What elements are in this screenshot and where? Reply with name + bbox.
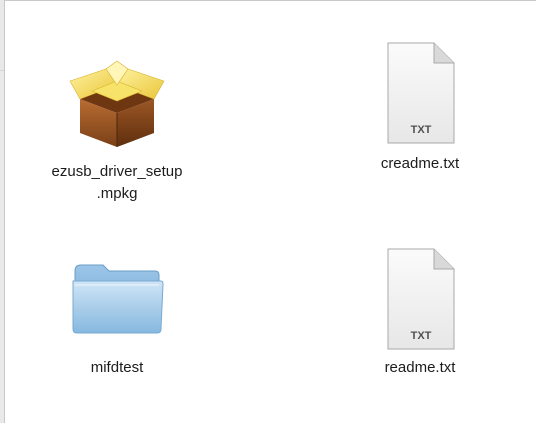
txt-document-icon: TXT: [380, 247, 460, 358]
file-item-label: creadme.txt: [380, 155, 460, 172]
txt-document-icon: TXT: [380, 41, 460, 152]
file-item-label: readme.txt: [384, 359, 456, 376]
file-icon-view: ezusb_driver_setup .mpkg TXT creadme.txt…: [5, 1, 536, 423]
folder-icon: [69, 257, 165, 342]
file-item-mifdtest[interactable]: mifdtest: [17, 247, 217, 407]
txt-badge: TXT: [411, 330, 432, 342]
file-item-ezusb-driver-setup[interactable]: ezusb_driver_setup .mpkg: [17, 41, 217, 221]
file-item-creadme-txt[interactable]: TXT creadme.txt: [320, 41, 520, 221]
finder-window: ezusb_driver_setup .mpkg TXT creadme.txt…: [4, 0, 536, 423]
file-item-label: mifdtest: [90, 359, 144, 376]
package-icon: [62, 51, 172, 156]
file-item-label: ezusb_driver_setup .mpkg: [51, 163, 183, 202]
file-item-readme-txt[interactable]: TXT readme.txt: [320, 247, 520, 407]
txt-badge: TXT: [411, 124, 432, 136]
